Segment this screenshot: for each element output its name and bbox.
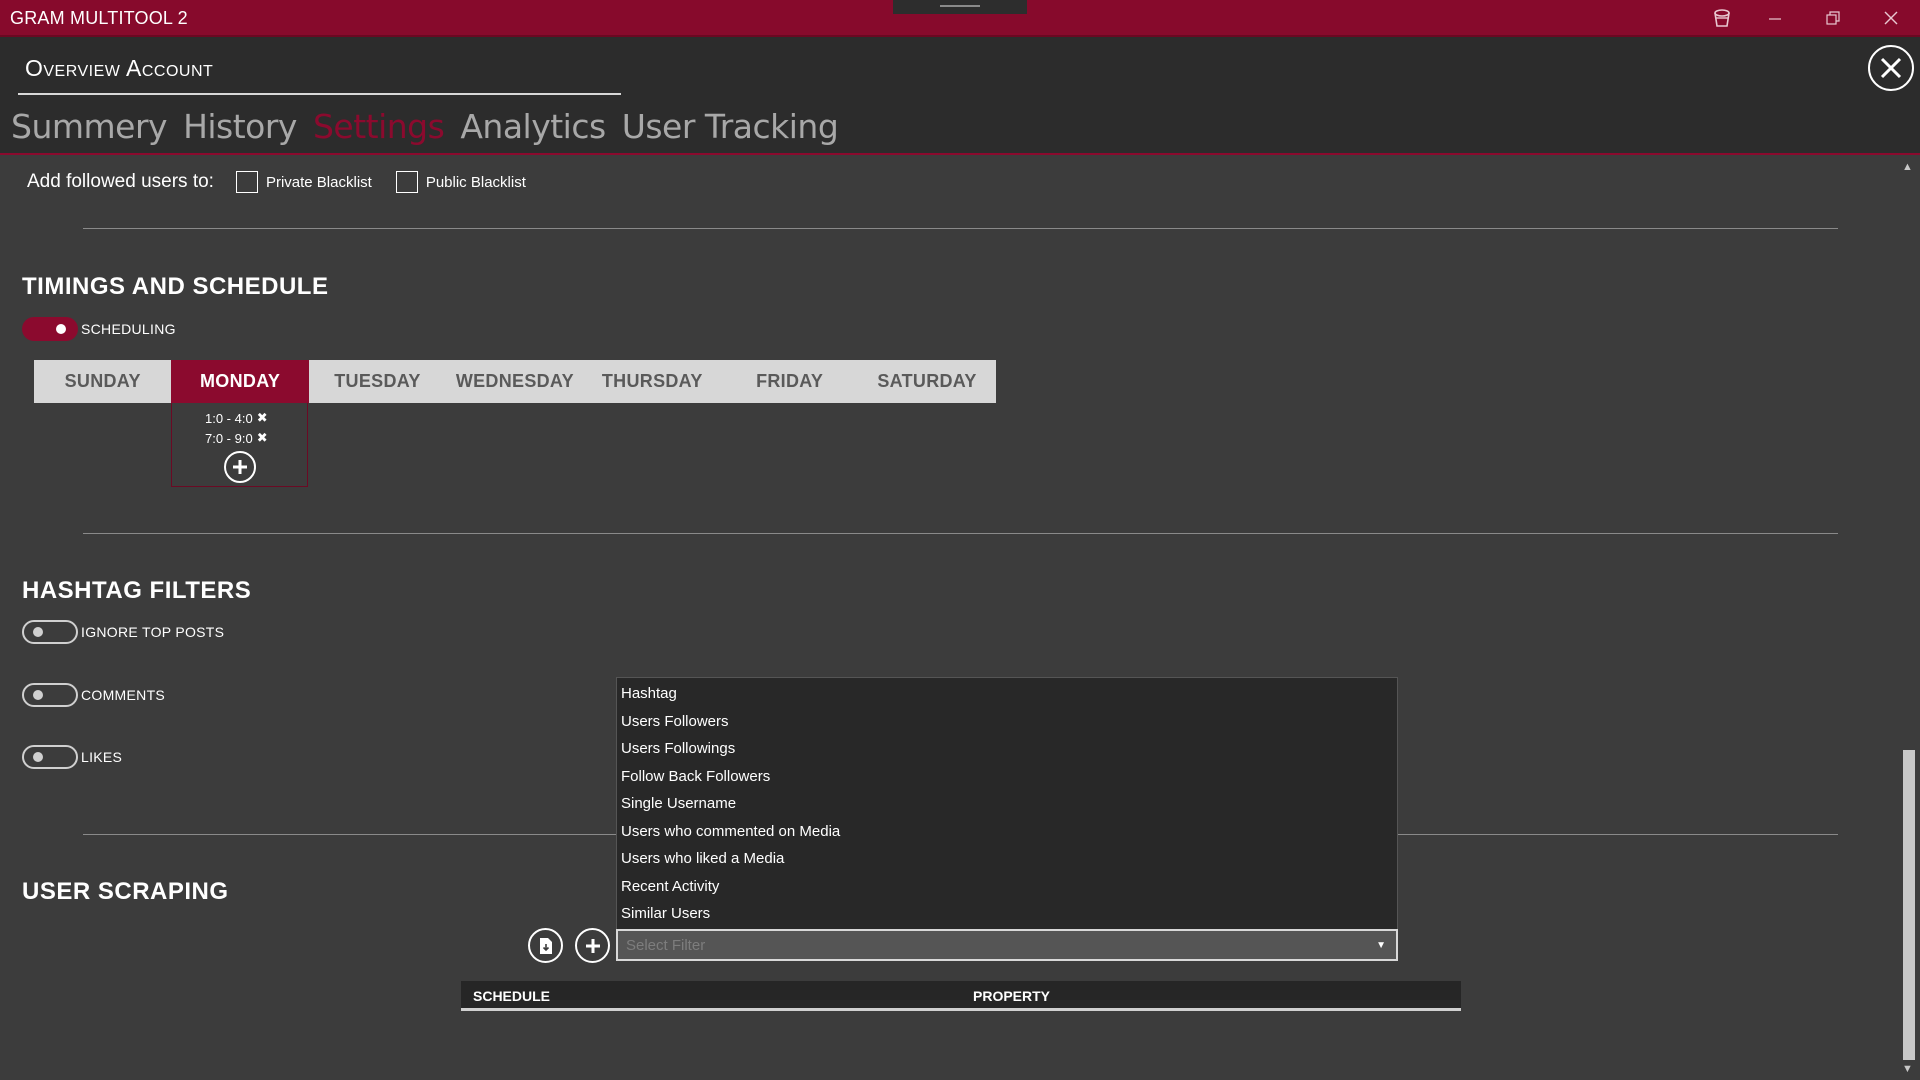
monday-time-slots: 1:0 - 4:0 ✖ 7:0 - 9:0 ✖ (171, 403, 308, 487)
tab-history[interactable]: History (183, 107, 297, 146)
time-slot-label: 7:0 - 9:0 (205, 430, 253, 446)
public-blacklist-label: Public Blacklist (425, 173, 526, 191)
public-blacklist-checkbox[interactable] (395, 171, 418, 193)
drag-handle[interactable] (893, 0, 1027, 14)
day-tab-sunday[interactable]: SUNDAY (34, 360, 171, 403)
scroll-up-icon[interactable]: ▲ (1902, 161, 1913, 173)
day-tab-monday[interactable]: MONDAY (171, 360, 309, 403)
dropdown-option[interactable]: Hashtag (621, 685, 677, 702)
day-tabs: SUNDAY MONDAY TUESDAY WEDNESDAY THURSDAY… (34, 360, 996, 403)
scheduling-toggle[interactable] (22, 317, 78, 341)
filter-dropdown-list: Hashtag Users Followers Users Followings… (616, 677, 1398, 933)
add-filter-button[interactable] (575, 928, 610, 963)
tab-user-tracking[interactable]: User Tracking (622, 107, 839, 146)
dropdown-option[interactable]: Recent Activity (621, 878, 719, 895)
comments-label: COMMENTS (81, 687, 166, 703)
private-blacklist-option[interactable]: Private Blacklist (235, 171, 372, 193)
followed-users-row: Add followed users to: Private Blacklist… (27, 171, 550, 193)
remove-slot-icon[interactable]: ✖ (257, 430, 268, 446)
tab-settings[interactable]: Settings (313, 107, 445, 146)
ignore-top-posts-toggle[interactable] (22, 620, 78, 644)
scraping-section-title: USER SCRAPING (22, 878, 229, 905)
scrollbar-thumb[interactable] (1903, 750, 1915, 1060)
file-icon (539, 937, 552, 954)
day-tab-friday[interactable]: FRIDAY (721, 360, 858, 403)
tab-bar: Summery History Settings Analytics User … (11, 107, 839, 146)
title-underline (18, 93, 621, 95)
column-header-schedule[interactable]: SCHEDULE (473, 988, 550, 1004)
select-filter-placeholder: Select Filter (626, 936, 706, 954)
dropdown-option[interactable]: Users Followings (621, 740, 735, 757)
followed-label: Add followed users to: (27, 171, 214, 192)
day-tab-saturday[interactable]: SATURDAY (858, 360, 995, 403)
toggle-knob (56, 324, 66, 334)
remove-slot-icon[interactable]: ✖ (257, 410, 268, 426)
hashtag-section-title: HASHTAG FILTERS (22, 577, 252, 604)
title-bar: GRAM MULTITOOL 2 (0, 0, 1920, 37)
chevron-down-icon: ▼ (1376, 940, 1386, 951)
ignore-top-posts-row: IGNORE TOP POSTS (22, 620, 224, 644)
divider (83, 228, 1838, 229)
bucket-icon (1714, 9, 1730, 27)
day-tab-tuesday[interactable]: TUESDAY (309, 360, 446, 403)
comments-toggle[interactable] (22, 683, 78, 707)
dropdown-option[interactable]: Users Followers (621, 713, 729, 730)
minimize-button[interactable] (1760, 4, 1790, 32)
toggle-knob (33, 690, 43, 700)
close-icon (1884, 11, 1898, 25)
public-blacklist-option[interactable]: Public Blacklist (395, 171, 526, 193)
account-icon[interactable] (1707, 4, 1737, 32)
scroll-down-icon[interactable]: ▼ (1902, 1063, 1913, 1075)
window-close-button[interactable] (1876, 4, 1906, 32)
divider (83, 533, 1838, 534)
close-overview-button[interactable] (1868, 45, 1914, 91)
minimize-icon (1769, 18, 1781, 20)
plus-icon (233, 460, 247, 474)
tab-analytics[interactable]: Analytics (460, 107, 606, 146)
scraping-grid-header: SCHEDULE PROPERTY (461, 981, 1461, 1011)
dropdown-option[interactable]: Users who commented on Media (621, 823, 840, 840)
restore-icon (1826, 11, 1840, 25)
dropdown-option[interactable]: Follow Back Followers (621, 768, 770, 785)
dropdown-option[interactable]: Single Username (621, 795, 736, 812)
tab-summery[interactable]: Summery (11, 107, 168, 146)
likes-label: LIKES (81, 749, 123, 765)
close-icon (1880, 57, 1902, 79)
time-slot: 7:0 - 9:0 ✖ (205, 430, 268, 446)
overview-header: Overview Account Summery History Setting… (0, 37, 1920, 155)
scheduling-toggle-row: SCHEDULING (22, 317, 176, 341)
private-blacklist-checkbox[interactable] (235, 171, 258, 193)
private-blacklist-label: Private Blacklist (265, 173, 372, 191)
import-file-button[interactable] (528, 928, 563, 963)
day-tab-wednesday[interactable]: WEDNESDAY (446, 360, 583, 403)
time-slot: 1:0 - 4:0 ✖ (205, 410, 268, 426)
add-time-slot-button[interactable] (224, 451, 256, 483)
column-header-property[interactable]: PROPERTY (973, 988, 1050, 1004)
restore-button[interactable] (1818, 4, 1848, 32)
comments-row: COMMENTS (22, 683, 165, 707)
plus-icon (585, 938, 600, 953)
app-title: GRAM MULTITOOL 2 (10, 8, 188, 28)
ignore-top-posts-label: IGNORE TOP POSTS (81, 624, 225, 640)
likes-row: LIKES (22, 745, 122, 769)
timings-section-title: TIMINGS AND SCHEDULE (22, 273, 329, 300)
page-title: Overview Account (25, 55, 214, 81)
toggle-knob (33, 627, 43, 637)
dropdown-option[interactable]: Users who liked a Media (621, 850, 784, 867)
time-slot-label: 1:0 - 4:0 (205, 410, 253, 426)
select-filter-combobox[interactable]: Select Filter ▼ (616, 929, 1398, 961)
scheduling-label: SCHEDULING (81, 321, 176, 337)
toggle-knob (33, 752, 43, 762)
likes-toggle[interactable] (22, 745, 78, 769)
day-tab-thursday[interactable]: THURSDAY (584, 360, 721, 403)
dropdown-option[interactable]: Similar Users (621, 905, 710, 922)
